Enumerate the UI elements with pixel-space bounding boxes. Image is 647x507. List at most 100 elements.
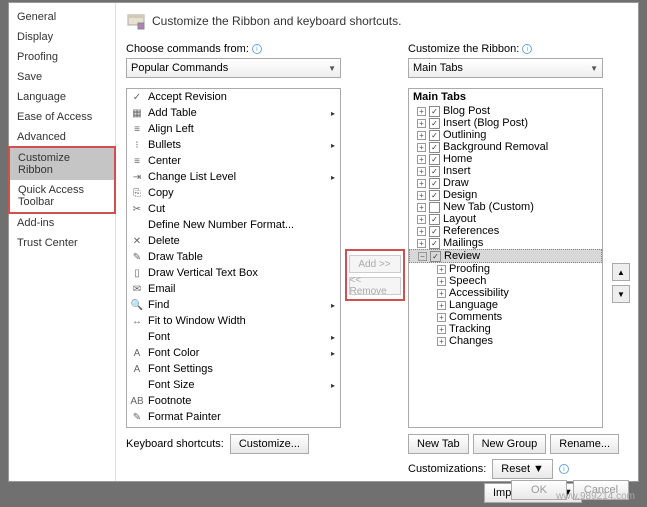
checkbox[interactable] bbox=[429, 214, 440, 225]
checkbox[interactable] bbox=[429, 178, 440, 189]
sidebar-item-trust-center[interactable]: Trust Center bbox=[9, 233, 115, 253]
expander-icon[interactable]: + bbox=[417, 227, 426, 236]
reset-button[interactable]: Reset ▼ bbox=[492, 459, 553, 479]
expander-icon[interactable]: + bbox=[417, 119, 426, 128]
tree-item[interactable]: +New Tab (Custom) bbox=[409, 201, 602, 213]
expander-icon[interactable]: + bbox=[437, 313, 446, 322]
sidebar-item-advanced[interactable]: Advanced bbox=[9, 127, 115, 147]
command-item[interactable]: ▦Add Table▸ bbox=[127, 105, 340, 121]
expander-icon[interactable]: + bbox=[417, 179, 426, 188]
sidebar-item-display[interactable]: Display bbox=[9, 27, 115, 47]
command-item[interactable]: Font▸ bbox=[127, 329, 340, 345]
sidebar-item-add-ins[interactable]: Add-ins bbox=[9, 213, 115, 233]
tree-item[interactable]: +Background Removal bbox=[409, 141, 602, 153]
command-item[interactable]: Font Size▸ bbox=[127, 377, 340, 393]
tree-item[interactable]: +Language bbox=[409, 299, 602, 311]
sidebar-item-language[interactable]: Language bbox=[9, 87, 115, 107]
checkbox[interactable] bbox=[429, 118, 440, 129]
move-up-button[interactable]: ▲ bbox=[612, 263, 630, 281]
sidebar-item-save[interactable]: Save bbox=[9, 67, 115, 87]
tree-item[interactable]: +References bbox=[409, 225, 602, 237]
sidebar-item-general[interactable]: General bbox=[9, 7, 115, 27]
expander-icon[interactable]: + bbox=[417, 143, 426, 152]
tree-item[interactable]: +Blog Post bbox=[409, 105, 602, 117]
tree-item[interactable]: +Proofing bbox=[409, 263, 602, 275]
command-item[interactable]: ⇥Change List Level▸ bbox=[127, 169, 340, 185]
checkbox[interactable] bbox=[429, 142, 440, 153]
tree-item[interactable]: +Draw bbox=[409, 177, 602, 189]
sidebar-item-quick-access-toolbar[interactable]: Quick Access Toolbar bbox=[10, 180, 114, 212]
command-item[interactable]: ⁝Bullets▸ bbox=[127, 137, 340, 153]
expander-icon[interactable]: + bbox=[417, 155, 426, 164]
tree-item[interactable]: +Insert (Blog Post) bbox=[409, 117, 602, 129]
expander-icon[interactable]: + bbox=[437, 325, 446, 334]
commands-listbox[interactable]: ✓Accept Revision▦Add Table▸≡Align Left⁝B… bbox=[126, 88, 341, 428]
expander-icon[interactable]: + bbox=[437, 277, 446, 286]
expander-icon[interactable]: + bbox=[417, 107, 426, 116]
command-item[interactable]: ✉Email bbox=[127, 281, 340, 297]
command-item[interactable]: ✕Delete bbox=[127, 233, 340, 249]
command-item[interactable]: ≡Center bbox=[127, 153, 340, 169]
info-icon[interactable]: i bbox=[559, 464, 569, 474]
checkbox[interactable] bbox=[429, 166, 440, 177]
tree-item[interactable]: +Changes bbox=[409, 335, 602, 347]
new-group-button[interactable]: New Group bbox=[473, 434, 547, 454]
tree-item[interactable]: +Layout bbox=[409, 213, 602, 225]
checkbox[interactable] bbox=[429, 226, 440, 237]
info-icon[interactable]: i bbox=[522, 44, 532, 54]
customize-shortcuts-button[interactable]: Customize... bbox=[230, 434, 309, 454]
expander-icon[interactable]: + bbox=[417, 191, 426, 200]
command-item[interactable]: ▯Draw Vertical Text Box bbox=[127, 265, 340, 281]
expander-icon[interactable]: + bbox=[417, 215, 426, 224]
tree-item[interactable]: −Review bbox=[409, 249, 602, 263]
checkbox[interactable] bbox=[430, 251, 441, 262]
new-tab-button[interactable]: New Tab bbox=[408, 434, 469, 454]
tree-item[interactable]: +Outlining bbox=[409, 129, 602, 141]
command-item[interactable]: ✂Cut bbox=[127, 201, 340, 217]
command-item[interactable]: AFont Settings bbox=[127, 361, 340, 377]
expander-icon[interactable]: + bbox=[417, 131, 426, 140]
command-item[interactable]: ✎Format Painter bbox=[127, 409, 340, 425]
expander-icon[interactable]: + bbox=[437, 301, 446, 310]
checkbox[interactable] bbox=[429, 202, 440, 213]
command-item[interactable]: ✓Accept Revision bbox=[127, 89, 340, 105]
remove-button[interactable]: << Remove bbox=[349, 277, 401, 295]
tree-item[interactable]: +Tracking bbox=[409, 323, 602, 335]
ribbon-tree[interactable]: Main Tabs+Blog Post+Insert (Blog Post)+O… bbox=[408, 88, 603, 428]
command-item[interactable]: ✎Draw Table bbox=[127, 249, 340, 265]
commands-from-dropdown[interactable]: Popular Commands▼ bbox=[126, 58, 341, 78]
sidebar-item-customize-ribbon[interactable]: Customize Ribbon bbox=[10, 148, 114, 180]
add-button[interactable]: Add >> bbox=[349, 255, 401, 273]
expander-icon[interactable]: + bbox=[437, 337, 446, 346]
sidebar-item-proofing[interactable]: Proofing bbox=[9, 47, 115, 67]
tree-item[interactable]: +Speech bbox=[409, 275, 602, 287]
rename-button[interactable]: Rename... bbox=[550, 434, 619, 454]
expander-icon[interactable]: + bbox=[417, 239, 426, 248]
info-icon[interactable]: i bbox=[252, 44, 262, 54]
checkbox[interactable] bbox=[429, 130, 440, 141]
expander-icon[interactable]: − bbox=[418, 252, 427, 261]
checkbox[interactable] bbox=[429, 154, 440, 165]
tree-item[interactable]: +Accessibility bbox=[409, 287, 602, 299]
tree-item[interactable]: +Design bbox=[409, 189, 602, 201]
checkbox[interactable] bbox=[429, 106, 440, 117]
checkbox[interactable] bbox=[429, 190, 440, 201]
expander-icon[interactable]: + bbox=[437, 265, 446, 274]
move-down-button[interactable]: ▼ bbox=[612, 285, 630, 303]
command-item[interactable]: AGrow Font bbox=[127, 425, 340, 428]
expander-icon[interactable]: + bbox=[417, 203, 426, 212]
sidebar-item-ease-of-access[interactable]: Ease of Access bbox=[9, 107, 115, 127]
checkbox[interactable] bbox=[429, 238, 440, 249]
tree-item[interactable]: +Mailings bbox=[409, 237, 602, 249]
command-item[interactable]: ABFootnote bbox=[127, 393, 340, 409]
command-item[interactable]: ⎘Copy bbox=[127, 185, 340, 201]
command-item[interactable]: 🔍Find▸ bbox=[127, 297, 340, 313]
ribbon-scope-dropdown[interactable]: Main Tabs▼ bbox=[408, 58, 603, 78]
tree-item[interactable]: +Home bbox=[409, 153, 602, 165]
command-item[interactable]: AFont Color▸ bbox=[127, 345, 340, 361]
command-item[interactable]: ≡Align Left bbox=[127, 121, 340, 137]
tree-item[interactable]: +Comments bbox=[409, 311, 602, 323]
tree-item[interactable]: +Insert bbox=[409, 165, 602, 177]
expander-icon[interactable]: + bbox=[437, 289, 446, 298]
expander-icon[interactable]: + bbox=[417, 167, 426, 176]
